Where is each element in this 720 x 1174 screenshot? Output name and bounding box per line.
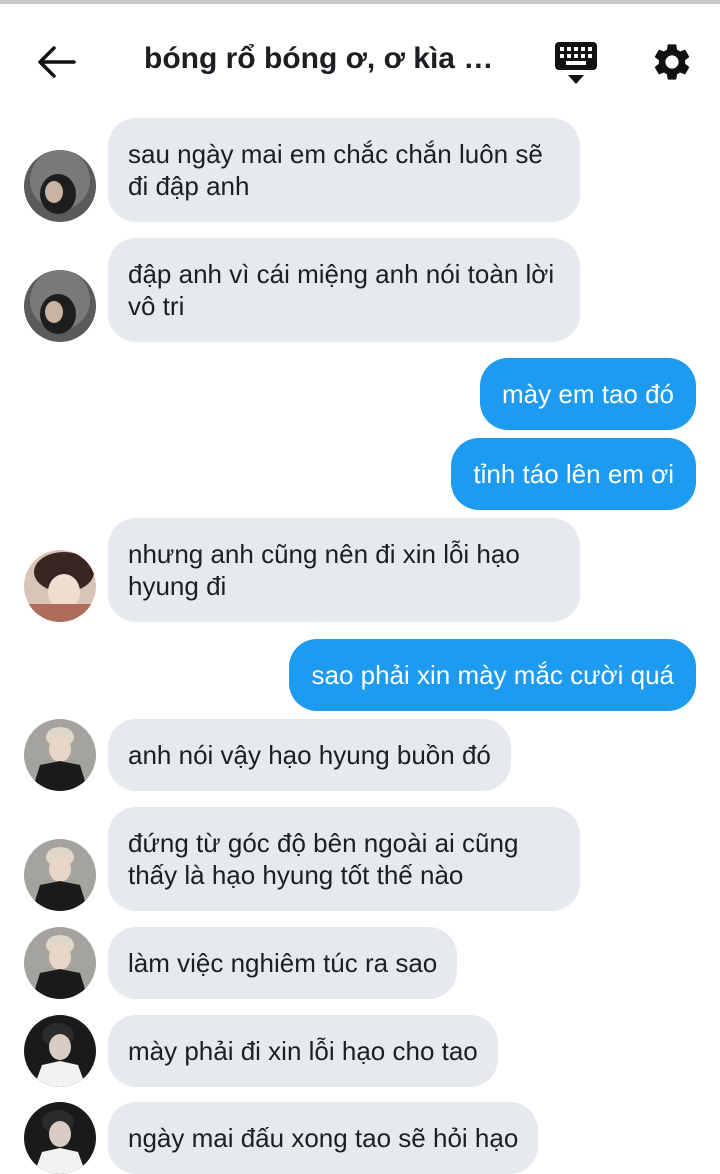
avatar-person-icon	[24, 1102, 96, 1174]
avatar-person-icon	[24, 550, 96, 622]
avatar[interactable]	[24, 1102, 96, 1174]
gear-icon	[654, 44, 690, 80]
avatar-person-icon	[24, 719, 96, 791]
back-button[interactable]	[34, 42, 78, 82]
message-bubble-outgoing[interactable]: mày em tao đó	[480, 358, 696, 430]
avatar[interactable]	[24, 270, 96, 342]
message-bubble-incoming[interactable]: nhưng anh cũng nên đi xin lỗi hạo hyung …	[108, 518, 580, 622]
message-bubble-incoming[interactable]: làm việc nghiêm túc ra sao	[108, 927, 458, 999]
avatar[interactable]	[24, 150, 96, 222]
message-bubble-outgoing[interactable]: tỉnh táo lên em ơi	[451, 438, 696, 510]
avatar[interactable]	[24, 550, 96, 622]
message-bubble-outgoing[interactable]: sao phải xin mày mắc cười quá	[289, 639, 696, 711]
avatar[interactable]	[24, 839, 96, 911]
keyboard-icon	[555, 42, 597, 84]
keyboard-button[interactable]	[552, 40, 600, 86]
settings-button[interactable]	[650, 40, 694, 84]
message-bubble-incoming[interactable]: đứng từ góc độ bên ngoài ai cũng thấy là…	[108, 807, 580, 911]
avatar-person-icon	[24, 1015, 96, 1087]
chat-header: bóng rổ bóng ơ, ơ kìa b...	[0, 4, 720, 112]
arrow-left-icon	[38, 46, 76, 78]
avatar[interactable]	[24, 927, 96, 999]
avatar-person-icon	[24, 839, 96, 911]
message-bubble-incoming[interactable]: mày phải đi xin lỗi hạo cho tao	[108, 1015, 498, 1087]
avatar-hooded-person-icon	[24, 270, 96, 342]
message-bubble-incoming[interactable]: đập anh vì cái miệng anh nói toàn lời vô…	[108, 238, 580, 342]
message-bubble-incoming[interactable]: sau ngày mai em chắc chắn luôn sẽ đi đập…	[108, 118, 580, 222]
avatar-person-icon	[24, 927, 96, 999]
avatar[interactable]	[24, 1015, 96, 1087]
conversation-title[interactable]: bóng rổ bóng ơ, ơ kìa b...	[144, 42, 504, 76]
avatar-hooded-person-icon	[24, 150, 96, 222]
message-bubble-incoming[interactable]: anh nói vậy hạo hyung buồn đó	[108, 719, 511, 791]
message-bubble-incoming[interactable]: ngày mai đấu xong tao sẽ hỏi hạo	[108, 1102, 539, 1174]
avatar[interactable]	[24, 719, 96, 791]
